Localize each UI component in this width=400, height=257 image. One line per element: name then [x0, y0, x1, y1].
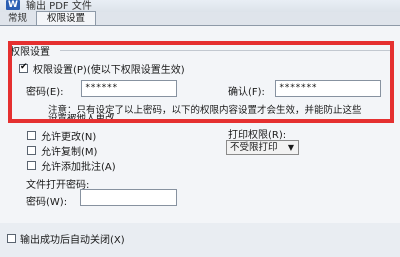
permission-note-continued: 设置被他人更改	[48, 114, 115, 120]
dropdown-arrow-icon: ▼	[287, 143, 294, 152]
enable-permissions-checkbox[interactable]	[19, 62, 28, 73]
password-label: 密码(E):	[26, 87, 64, 98]
open-password-input[interactable]	[80, 189, 177, 206]
confirm-password-input[interactable]: *******	[275, 80, 381, 97]
allow-copy-checkbox[interactable]	[27, 146, 36, 155]
allow-annotate-label: 允许添加批注(A)	[41, 162, 116, 173]
print-permission-select[interactable]: 不受限打印 ▼	[226, 140, 299, 155]
open-password-label: 密码(W):	[26, 197, 68, 208]
auto-close-label: 输出成功后自动关闭(X)	[20, 235, 125, 246]
allow-copy-label: 允许复制(M)	[41, 147, 98, 158]
group-divider	[60, 50, 390, 51]
password-input[interactable]: ******	[81, 80, 177, 97]
tab-general[interactable]: 常规	[2, 12, 33, 25]
wps-writer-icon: W	[6, 0, 20, 10]
allow-modify-label: 允许更改(N)	[41, 132, 97, 143]
allow-annotate-checkbox[interactable]	[27, 161, 36, 170]
print-permission-label: 打印权限(R):	[228, 130, 287, 141]
enable-permissions-label: 权限设置(P)(使以下权限设置生效)	[33, 65, 185, 76]
print-permission-value: 不受限打印	[230, 142, 278, 153]
permission-group-title: 权限设置	[10, 47, 50, 58]
confirm-label: 确认(F):	[228, 87, 265, 98]
allow-modify-checkbox[interactable]	[27, 131, 36, 140]
auto-close-checkbox[interactable]	[7, 234, 16, 243]
